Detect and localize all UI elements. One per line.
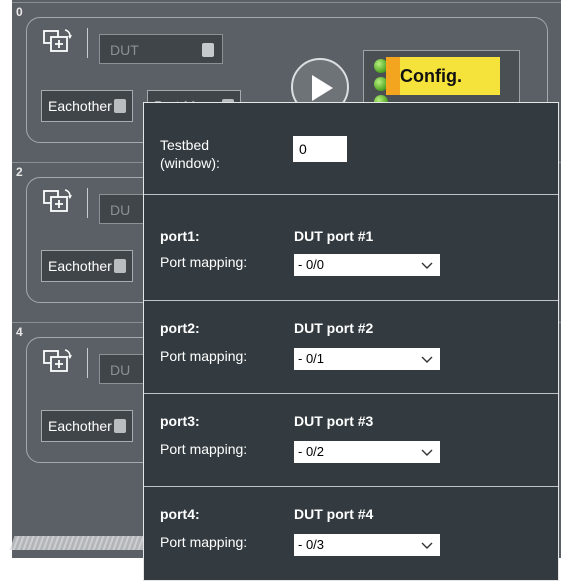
- eachother-label: Eachother: [48, 258, 112, 274]
- add-copy-icon[interactable]: [43, 28, 73, 56]
- dut-field-text: DUT: [110, 42, 139, 58]
- database-icon: [114, 99, 126, 113]
- slot-number: 2: [16, 165, 23, 179]
- port-name: port2:: [160, 320, 200, 336]
- add-copy-icon[interactable]: [43, 348, 73, 376]
- port-name: port1:: [160, 228, 200, 244]
- dut-field[interactable]: DUT: [99, 34, 223, 64]
- port-mapping-label: Port mapping:: [160, 534, 248, 550]
- dut-port-label: DUT port #2: [294, 320, 374, 336]
- chevron-down-icon: [421, 262, 433, 269]
- database-icon: [114, 419, 126, 433]
- port-mapping-label: Port mapping:: [160, 348, 248, 364]
- testbed-label-line1: Testbed: [160, 137, 210, 153]
- eachother-button[interactable]: Eachother: [41, 410, 133, 442]
- port-name: port3:: [160, 413, 200, 429]
- port-section-3: port3: DUT port #3 Port mapping: - 0/2: [144, 393, 558, 485]
- testbed-label-line2: (window):: [160, 155, 220, 171]
- slot-number: 0: [16, 5, 23, 19]
- eachother-button[interactable]: Eachother: [41, 90, 133, 122]
- port-mapping-value: - 0/1: [298, 351, 325, 366]
- port-name: port4:: [160, 506, 200, 522]
- slot-number: 4: [16, 325, 23, 339]
- chevron-down-icon: [421, 449, 433, 456]
- database-icon: [114, 259, 126, 273]
- config-label: Config.: [400, 66, 462, 86]
- config-button[interactable]: Config.: [386, 57, 500, 95]
- testbed-input[interactable]: 0: [293, 136, 347, 162]
- dut-field-text: DU: [110, 202, 131, 218]
- dut-field-text: DU: [110, 362, 131, 378]
- separator: [87, 28, 88, 58]
- port-mapping-select[interactable]: - 0/2: [294, 441, 440, 463]
- database-icon[interactable]: [202, 43, 214, 57]
- port-mapping-value: - 0/0: [298, 257, 325, 272]
- play-icon: [312, 75, 333, 101]
- port-mapping-popup: Testbed (window): 0 port1: DUT port #1 P…: [143, 102, 559, 581]
- eachother-label: Eachother: [48, 98, 112, 114]
- separator: [87, 188, 88, 218]
- port-mapping-select[interactable]: - 0/1: [294, 348, 440, 370]
- chevron-down-icon: [421, 356, 433, 363]
- eachother-button[interactable]: Eachother: [41, 250, 133, 282]
- divider: [144, 194, 558, 195]
- port-section-1: port1: DUT port #1 Port mapping: - 0/0: [144, 208, 558, 300]
- port-mapping-label: Port mapping:: [160, 441, 248, 457]
- add-copy-icon[interactable]: [43, 188, 73, 216]
- port-section-2: port2: DUT port #2 Port mapping: - 0/1: [144, 300, 558, 392]
- port-mapping-label: Port mapping:: [160, 254, 248, 270]
- port-mapping-value: - 0/3: [298, 537, 325, 552]
- port-mapping-value: - 0/2: [298, 444, 325, 459]
- port-mapping-select[interactable]: - 0/3: [294, 534, 440, 556]
- dut-port-label: DUT port #4: [294, 506, 374, 522]
- dut-port-label: DUT port #3: [294, 413, 374, 429]
- dut-port-label: DUT port #1: [294, 228, 374, 244]
- port-section-4: port4: DUT port #4 Port mapping: - 0/3: [144, 486, 558, 578]
- chevron-down-icon: [421, 542, 433, 549]
- eachother-label: Eachother: [48, 418, 112, 434]
- port-mapping-select[interactable]: - 0/0: [294, 254, 440, 276]
- separator: [87, 348, 88, 378]
